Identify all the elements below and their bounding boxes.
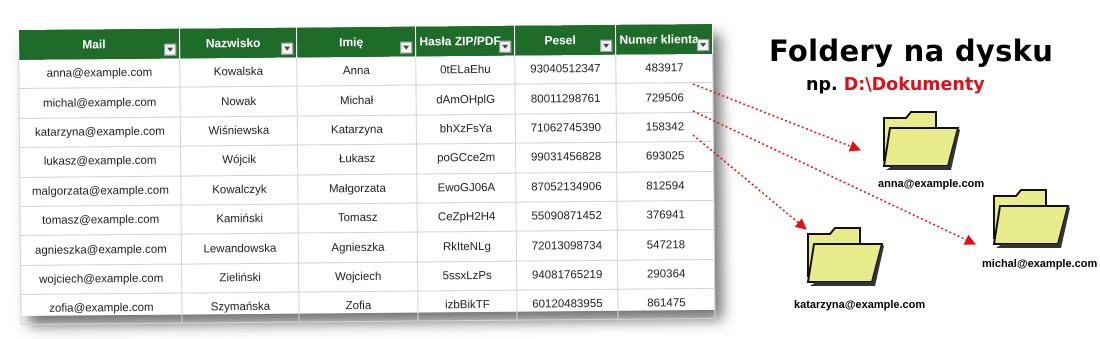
- folder-icon[interactable]: [802, 224, 884, 288]
- arrow-anna: [692, 83, 862, 152]
- folder-label-katarzyna: katarzyna@example.com: [794, 299, 926, 311]
- folder-label-michal: michal@example.com: [982, 258, 1098, 270]
- arrow-katarzyna: [692, 134, 807, 230]
- folder-icon[interactable]: [878, 108, 960, 172]
- folder-label-anna: anna@example.com: [878, 178, 985, 190]
- folder-icon[interactable]: [988, 186, 1070, 250]
